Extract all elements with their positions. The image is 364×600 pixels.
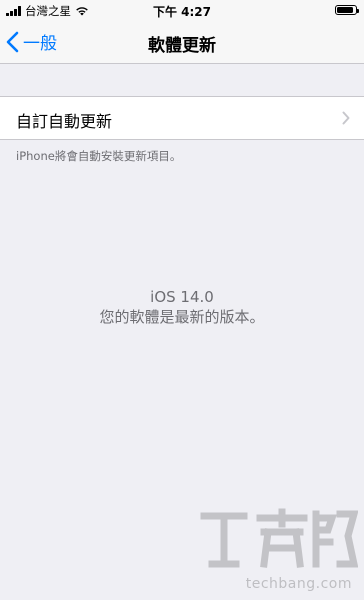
auto-update-footer-note: iPhone將會自動安裝更新項目。 bbox=[16, 149, 182, 163]
page-title: 軟體更新 bbox=[148, 36, 216, 56]
watermark-logo-mark bbox=[200, 508, 359, 568]
update-status: 您的軟體是最新的版本。 bbox=[99, 308, 265, 326]
battery-icon bbox=[335, 5, 359, 15]
battery-level-fill bbox=[337, 7, 353, 13]
os-version: iOS 14.0 bbox=[150, 288, 214, 306]
auto-update-label: 自訂自動更新 bbox=[16, 112, 113, 131]
auto-update-row[interactable]: 自訂自動更新 bbox=[0, 96, 364, 140]
watermark-text: techbang.com bbox=[245, 576, 352, 592]
version-info: iOS 14.0 您的軟體是最新的版本。 bbox=[0, 287, 364, 327]
chevron-right-icon bbox=[342, 111, 350, 125]
status-bar: 台灣之星 下午 4:27 bbox=[0, 0, 364, 20]
status-time: 下午 4:27 bbox=[152, 5, 212, 19]
navigation-bar: 一般 軟體更新 bbox=[0, 20, 364, 64]
watermark-logo: techbang.com bbox=[198, 506, 359, 594]
